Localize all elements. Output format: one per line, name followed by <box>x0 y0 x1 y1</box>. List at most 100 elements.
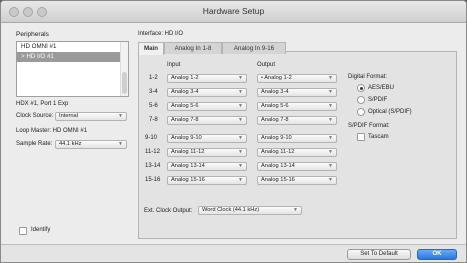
input-select[interactable]: Analog 5-6 ▼ <box>167 102 247 111</box>
chevron-down-icon: ▼ <box>328 177 333 183</box>
input-select[interactable]: Analog 11-12 ▼ <box>167 148 247 157</box>
clock-source-select[interactable]: Internal ▼ <box>55 112 127 121</box>
output-select-value: Analog 11-12 <box>261 149 295 155</box>
input-select[interactable]: Analog 1-2 ▼ <box>167 74 247 83</box>
scrollbar-thumb[interactable] <box>122 72 127 94</box>
chevron-down-icon: ▼ <box>328 149 333 155</box>
input-select[interactable]: Analog 3-4 ▼ <box>167 88 247 97</box>
channel-label: 15-16 <box>145 177 161 183</box>
set-to-default-button[interactable]: Set To Default <box>347 249 411 260</box>
identify-label: Identify <box>31 227 51 233</box>
output-column-header: Output <box>257 62 276 68</box>
clock-source-value: Internal <box>59 113 78 119</box>
chevron-down-icon: ▼ <box>328 117 333 123</box>
bottom-bar: Set To Default OK <box>1 244 466 262</box>
chevron-down-icon: ▼ <box>118 141 123 147</box>
input-select[interactable]: Analog 7-8 ▼ <box>167 116 247 125</box>
peripheral-item-hd-io[interactable]: > HD I/O #1 <box>17 52 128 62</box>
loop-master-text: Loop Master: HD OMNI #1 <box>16 128 88 134</box>
spdif-format-label: S/PDIF Format: <box>348 123 390 129</box>
chevron-down-icon: ▼ <box>238 103 243 109</box>
peripherals-label: Peripherals <box>16 31 49 38</box>
chevron-down-icon: ▼ <box>238 89 243 95</box>
tascam-label: Tascam <box>368 134 389 140</box>
sample-rate-select[interactable]: 44.1 kHz ▼ <box>55 140 127 149</box>
tascam-checkbox[interactable] <box>357 133 365 141</box>
digital-format-label: Digital Format: <box>348 74 388 80</box>
chevron-down-icon: ▼ <box>238 177 243 183</box>
title-bar: Hardware Setup <box>1 1 466 23</box>
channel-label: 11-12 <box>145 149 160 155</box>
channel-label: 7-8 <box>149 117 158 123</box>
digital-format-radio-optical[interactable] <box>357 108 365 116</box>
digital-format-radio-aes-ebu[interactable] <box>357 84 365 92</box>
output-select-value: Analog 13-14 <box>261 163 295 169</box>
input-select[interactable]: Analog 13-14 ▼ <box>167 162 247 171</box>
ext-clock-output-value: Word Clock (44.1 kHz) <box>202 207 260 213</box>
input-select[interactable]: Analog 9-10 ▼ <box>167 134 247 143</box>
sample-rate-value: 44.1 kHz <box>59 141 82 147</box>
ok-button[interactable]: OK <box>417 249 457 260</box>
input-select-value: Analog 7-8 <box>171 117 199 123</box>
tab-analog-in-1-8[interactable]: Analog In 1-8 <box>164 42 222 54</box>
output-select[interactable]: Analog 15-16 ▼ <box>257 176 337 185</box>
input-select-value: Analog 3-4 <box>171 89 199 95</box>
chevron-down-icon: ▼ <box>238 149 243 155</box>
output-select[interactable]: • Analog 1-2 ▼ <box>257 74 337 83</box>
tab-main[interactable]: Main <box>138 42 164 55</box>
output-select[interactable]: Analog 11-12 ▼ <box>257 148 337 157</box>
hardware-setup-window: Hardware Setup Peripherals HD OMNI #1 > … <box>0 0 467 263</box>
chevron-down-icon: ▼ <box>328 89 333 95</box>
input-select-value: Analog 15-16 <box>171 177 205 183</box>
port-info: HDX #1, Port 1 Exp <box>16 101 69 107</box>
ext-clock-output-select[interactable]: Word Clock (44.1 kHz) ▼ <box>198 206 302 215</box>
channel-label: 3-4 <box>149 89 158 95</box>
input-select-value: Analog 5-6 <box>171 103 199 109</box>
digital-format-option-spdif: S/PDIF <box>368 97 388 103</box>
chevron-down-icon: ▼ <box>238 163 243 169</box>
output-select-value: Analog 9-10 <box>261 135 292 141</box>
digital-format-option-optical: Optical (S/PDIF) <box>368 109 412 115</box>
tab-analog-in-9-16[interactable]: Analog In 9-16 <box>222 42 286 54</box>
channel-label: 5-6 <box>149 103 158 109</box>
output-select[interactable]: Analog 13-14 ▼ <box>257 162 337 171</box>
input-select-value: Analog 13-14 <box>171 163 205 169</box>
output-select-value: • Analog 1-2 <box>261 75 292 81</box>
channel-label: 9-10 <box>145 135 158 141</box>
chevron-down-icon: ▼ <box>238 117 243 123</box>
output-select[interactable]: Analog 3-4 ▼ <box>257 88 337 97</box>
chevron-down-icon: ▼ <box>238 75 243 81</box>
input-select-value: Analog 9-10 <box>171 135 202 141</box>
output-select-value: Analog 3-4 <box>261 89 289 95</box>
sample-rate-label: Sample Rate: <box>16 141 53 147</box>
chevron-down-icon: ▼ <box>293 207 298 213</box>
clock-source-label: Clock Source: <box>16 113 54 119</box>
output-select[interactable]: Analog 9-10 ▼ <box>257 134 337 143</box>
peripherals-list[interactable]: HD OMNI #1 > HD I/O #1 <box>16 41 129 97</box>
input-select[interactable]: Analog 15-16 ▼ <box>167 176 247 185</box>
window-title: Hardware Setup <box>202 6 265 16</box>
identify-checkbox[interactable] <box>19 227 27 235</box>
interface-label: Interface: HD I/O <box>138 31 184 37</box>
output-select[interactable]: Analog 5-6 ▼ <box>257 102 337 111</box>
output-select-value: Analog 5-6 <box>261 103 289 109</box>
chevron-down-icon: ▼ <box>238 135 243 141</box>
channel-label: 13-14 <box>145 163 161 169</box>
chevron-down-icon: ▼ <box>328 75 333 81</box>
digital-format-radio-spdif[interactable] <box>357 96 365 104</box>
input-column-header: Input <box>167 62 181 68</box>
peripherals-scrollbar[interactable] <box>120 42 128 96</box>
chevron-down-icon: ▼ <box>328 163 333 169</box>
input-select-value: Analog 1-2 <box>171 75 199 81</box>
input-select-value: Analog 11-12 <box>171 149 205 155</box>
digital-format-option-aes-ebu: AES/EBU <box>368 85 395 91</box>
peripheral-item-hd-omni[interactable]: HD OMNI #1 <box>17 42 128 52</box>
chevron-down-icon: ▼ <box>118 113 123 119</box>
chevron-down-icon: ▼ <box>328 103 333 109</box>
channel-label: 1-2 <box>149 75 158 81</box>
output-select[interactable]: Analog 7-8 ▼ <box>257 116 337 125</box>
ext-clock-output-label: Ext. Clock Output: <box>144 208 193 214</box>
chevron-down-icon: ▼ <box>328 135 333 141</box>
output-select-value: Analog 15-16 <box>261 177 295 183</box>
output-select-value: Analog 7-8 <box>261 117 289 123</box>
